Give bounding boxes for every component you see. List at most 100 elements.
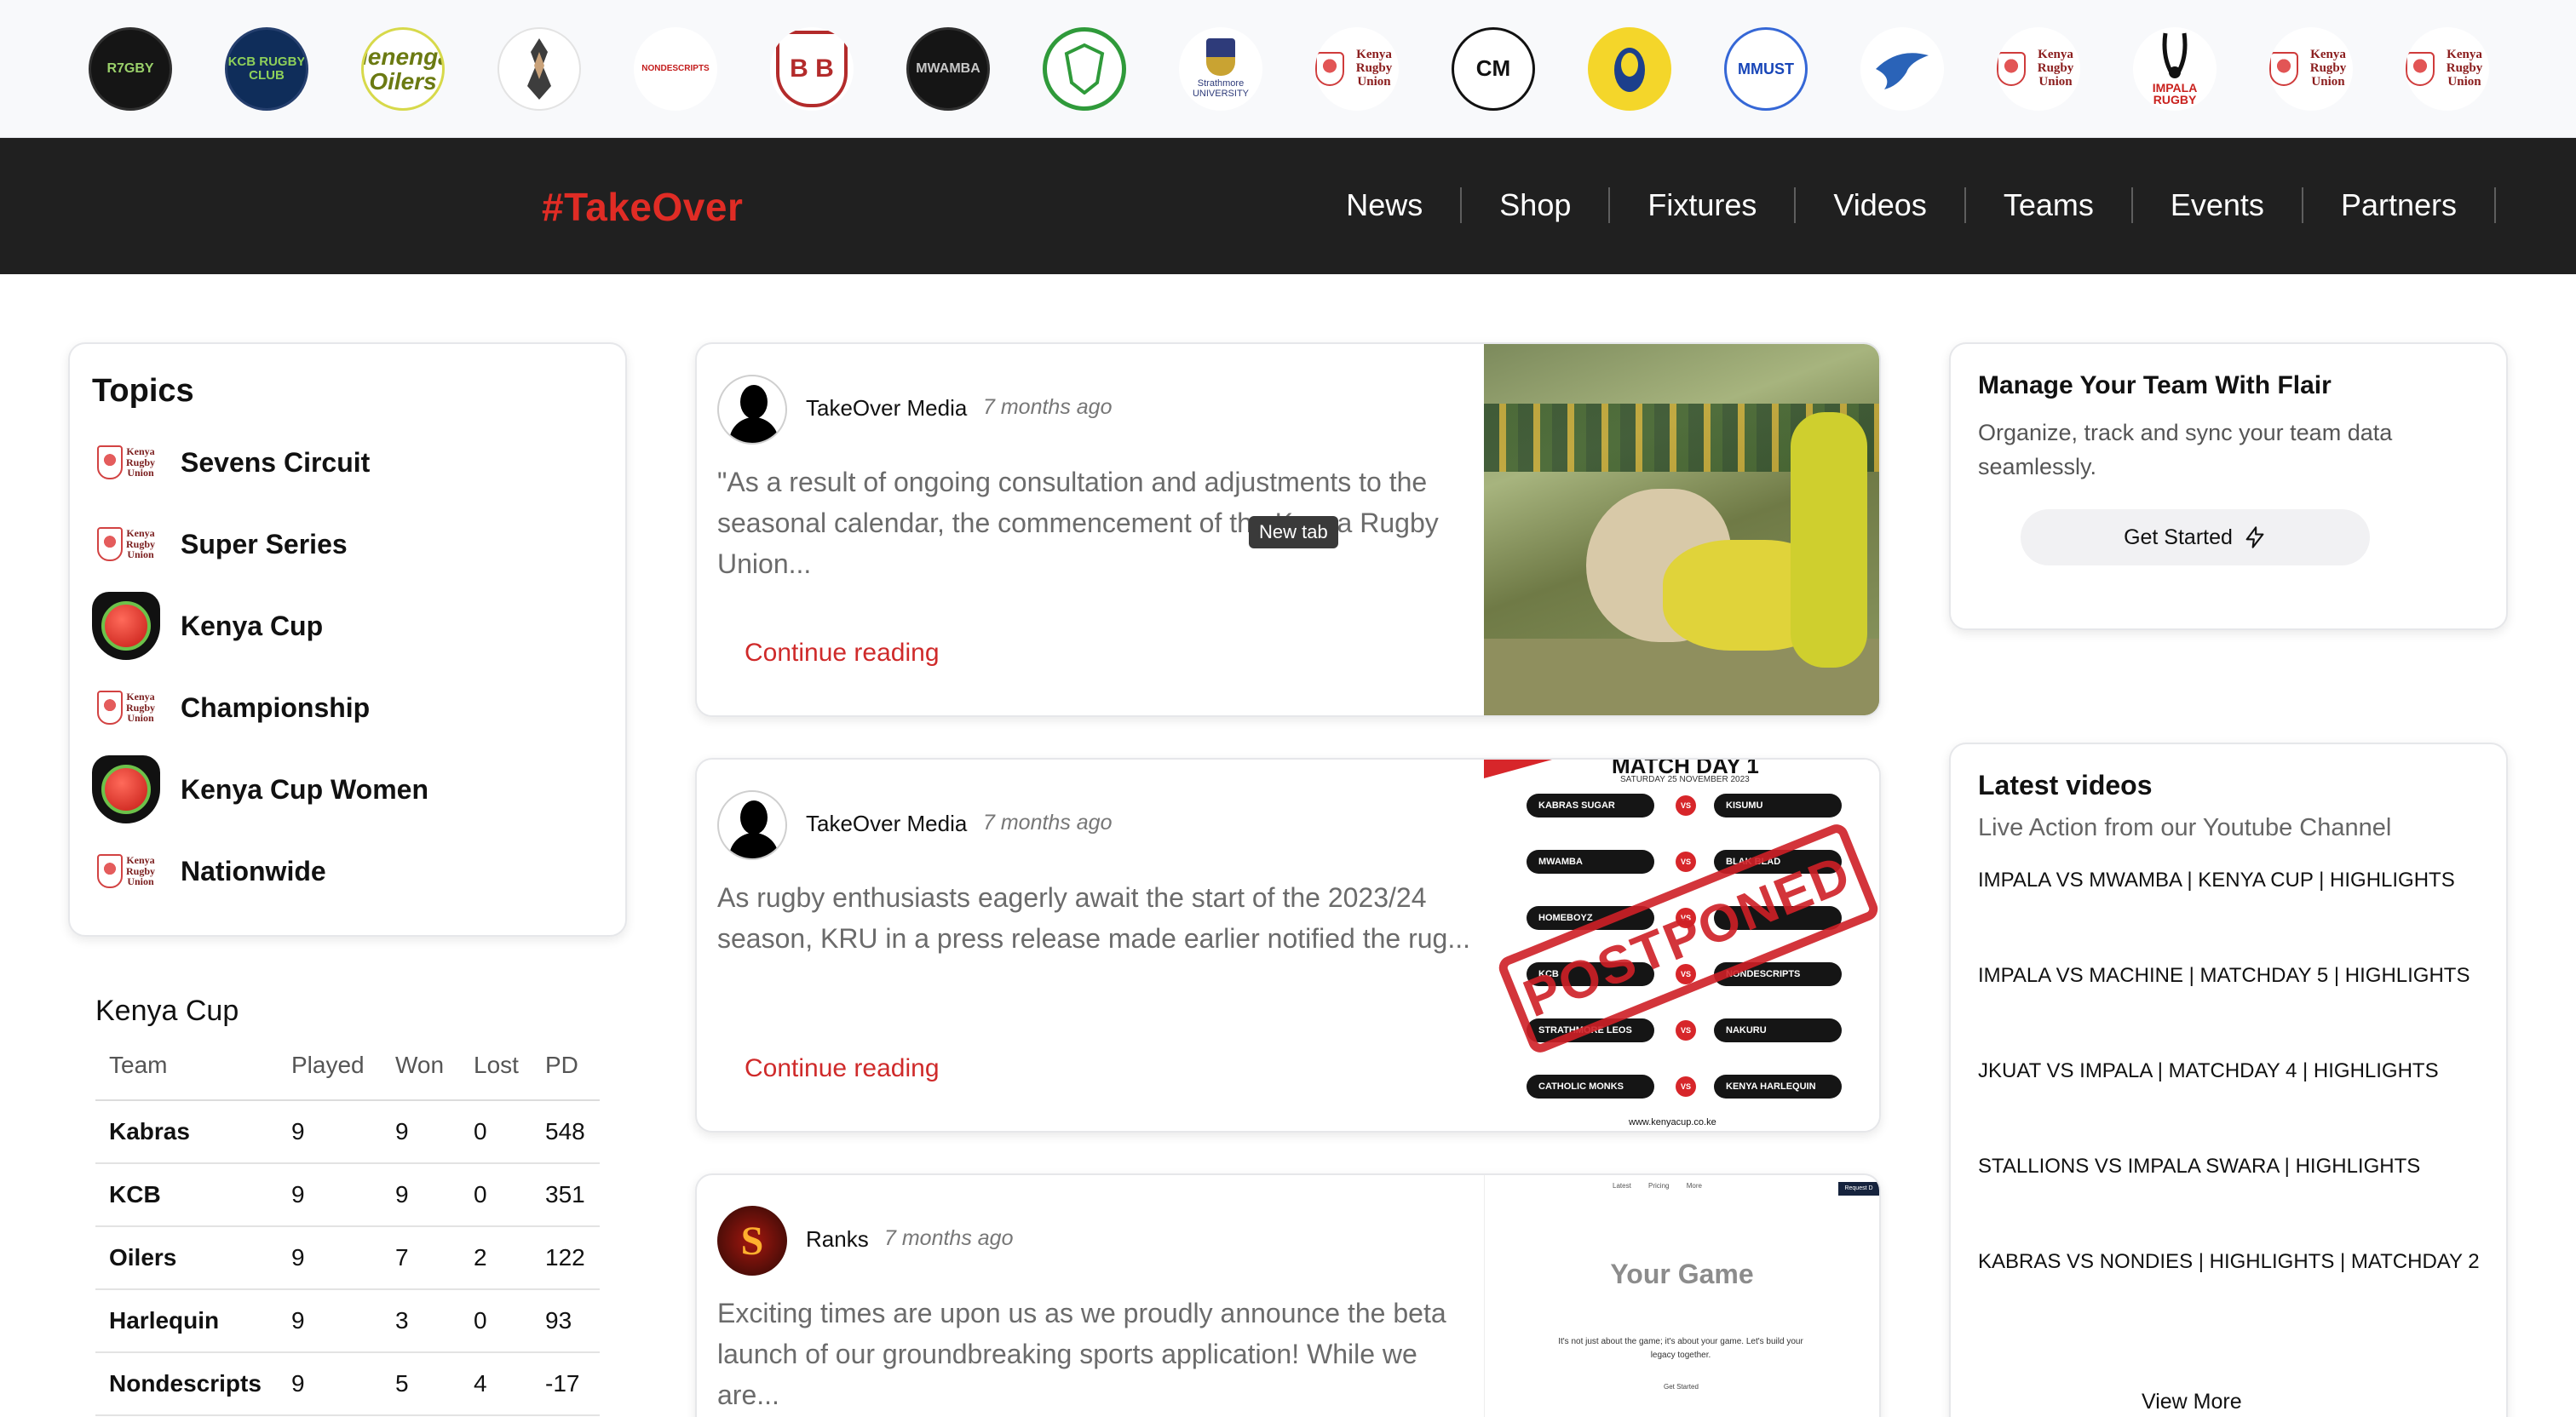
site-nav-item: More xyxy=(1686,1182,1702,1190)
standings-table: Team Played Won Lost PD Kabras 9 9 0 548… xyxy=(95,1052,600,1416)
col-won: Won xyxy=(382,1052,460,1101)
nav-partners[interactable]: Partners xyxy=(2303,187,2496,223)
nondescripts-logo[interactable]: NONDESCRIPTS xyxy=(634,27,717,111)
post-thumbnail-rugby-match[interactable] xyxy=(1484,344,1879,715)
avatar: S xyxy=(717,1206,787,1276)
post-time: 7 months ago xyxy=(884,1226,1014,1250)
topic-label: Kenya Cup Women xyxy=(181,773,428,805)
site-nav-item: Pricing xyxy=(1648,1182,1670,1190)
table-row: Harlequin 9 3 0 93 xyxy=(95,1289,600,1353)
avatar xyxy=(717,790,787,860)
latest-videos-card: Latest videos Live Action from our Youtu… xyxy=(1949,743,2508,1417)
topic-label: Kenya Cup xyxy=(181,610,324,641)
catholic-monks-logo[interactable]: CM xyxy=(1452,27,1535,111)
post-excerpt: "As a result of ongoing consultation and… xyxy=(717,467,1439,579)
kenya-rugby-union-logo[interactable]: Kenya Rugby Union xyxy=(1315,27,1399,111)
site-nav-item: Latest xyxy=(1613,1182,1631,1190)
vs-badge: VS xyxy=(1676,1076,1696,1097)
topic-championship[interactable]: Kenya Rugby Union Championship xyxy=(90,671,370,744)
video-link[interactable]: STALLIONS VS IMPALA SWARA | HIGHLIGHTS xyxy=(1978,1153,2489,1180)
video-link[interactable]: JKUAT VS IMPALA | MATCHDAY 4 | HIGHLIGHT… xyxy=(1978,1058,2489,1085)
blades-logo[interactable]: B B xyxy=(770,27,854,111)
lost-cell: 0 xyxy=(460,1100,532,1164)
post-author[interactable]: Ranks xyxy=(806,1226,869,1253)
get-started-button[interactable]: Get Started xyxy=(2021,509,2370,565)
view-more-link[interactable]: View More xyxy=(2142,1390,2242,1414)
nav-videos[interactable]: Videos xyxy=(1796,187,1966,223)
pd-cell: 122 xyxy=(532,1226,600,1290)
post-card[interactable]: TakeOver Media 7 months ago As rugby ent… xyxy=(695,758,1881,1133)
kenya-rugby-union-logo-3[interactable]: Kenya Rugby Union xyxy=(2269,27,2353,111)
post-thumbnail-app-site[interactable]: Latest Pricing More Request D Your Game … xyxy=(1484,1175,1879,1417)
nav-events[interactable]: Events xyxy=(2133,187,2303,223)
yellow-club-logo[interactable] xyxy=(1588,27,1671,111)
pd-cell: -17 xyxy=(532,1352,600,1416)
nav-shop[interactable]: Shop xyxy=(1462,187,1611,223)
kenya-cup-icon xyxy=(90,590,162,662)
video-link[interactable]: IMPALA VS MACHINE | MATCHDAY 5 | HIGHLIG… xyxy=(1978,962,2489,990)
won-cell: 9 xyxy=(382,1100,460,1164)
nav-news[interactable]: News xyxy=(1346,187,1463,223)
videos-subtitle: Live Action from our Youtube Channel xyxy=(1978,814,2392,841)
menengai-oilers-logo[interactable]: Menengai Oilers xyxy=(361,27,445,111)
won-cell: 9 xyxy=(382,1163,460,1227)
brand-logo[interactable]: #TakeOver xyxy=(542,184,743,230)
post-author[interactable]: TakeOver Media xyxy=(806,811,967,837)
away-team: KENYA HARLEQUIN xyxy=(1714,1075,1842,1099)
main-navbar: #TakeOver News Shop Fixtures Videos Team… xyxy=(0,138,2576,274)
topic-kenya-cup[interactable]: Kenya Cup xyxy=(90,589,323,663)
kenya-cup-icon xyxy=(90,754,162,825)
continue-reading-link[interactable]: Continue reading xyxy=(745,639,940,668)
video-link[interactable]: IMPALA VS MWAMBA | KENYA CUP | HIGHLIGHT… xyxy=(1978,867,2489,894)
topics-card: Topics Kenya Rugby Union Sevens Circuit Ke… xyxy=(68,342,627,937)
vs-badge: VS xyxy=(1676,1020,1696,1041)
green-club-logo[interactable] xyxy=(1043,27,1126,111)
video-link[interactable]: KABRAS VS NONDIES | HIGHLIGHTS | MATCHDA… xyxy=(1978,1248,2489,1276)
pd-cell: 351 xyxy=(532,1163,600,1227)
nav-teams[interactable]: Teams xyxy=(1966,187,2133,223)
avatar xyxy=(717,375,787,445)
promo-text: Organize, track and sync your team data … xyxy=(1978,420,2393,479)
played-cell: 9 xyxy=(278,1226,382,1290)
post-excerpt: Exciting times are upon us as we proudly… xyxy=(717,1298,1446,1410)
videos-title: Latest videos xyxy=(1978,770,2153,800)
topic-nationwide[interactable]: Kenya Rugby Union Nationwide xyxy=(90,835,326,908)
played-cell: 9 xyxy=(278,1352,382,1416)
mmust-logo[interactable]: MMUST xyxy=(1724,27,1808,111)
col-lost: Lost xyxy=(460,1052,532,1101)
nav-fixtures[interactable]: Fixtures xyxy=(1610,187,1797,223)
strathmore-logo[interactable]: Strathmore UNIVERSITY xyxy=(1179,27,1262,111)
yellow-mascot-icon xyxy=(1614,48,1645,92)
topics-title: Topics xyxy=(92,373,194,409)
impala-horns-icon xyxy=(2162,32,2188,78)
won-cell: 3 xyxy=(382,1289,460,1353)
post-time: 7 months ago xyxy=(983,811,1113,835)
kcb-rugby-club-logo[interactable]: KCB RUGBY CLUB xyxy=(225,27,308,111)
ragby-logo[interactable]: R7GBY xyxy=(89,27,172,111)
team-name: Harlequin xyxy=(95,1289,278,1353)
daystar-falcons-logo[interactable] xyxy=(1860,27,1944,111)
topic-kenya-cup-women[interactable]: Kenya Cup Women xyxy=(90,753,428,826)
table-row: KCB 9 9 0 351 xyxy=(95,1163,600,1227)
continue-reading-link[interactable]: Continue reading xyxy=(745,1054,940,1083)
won-cell: 5 xyxy=(382,1352,460,1416)
kenya-rugby-union-icon: Kenya Rugby Union xyxy=(90,508,162,580)
fixture-row: KABRAS SUGAR VS KISUMU xyxy=(1527,794,1842,818)
post-author[interactable]: TakeOver Media xyxy=(806,395,967,422)
topic-sevens-circuit[interactable]: Kenya Rugby Union Sevens Circuit xyxy=(90,426,370,499)
fixtures-url: www.kenyacup.co.ke xyxy=(1629,1117,1716,1127)
site-heading: Your Game xyxy=(1610,1259,1754,1289)
post-thumbnail-fixtures[interactable]: MATCH DAY 1 SATURDAY 25 NOVEMBER 2023 KA… xyxy=(1484,760,1879,1131)
site-request-button: Request D xyxy=(1838,1182,1879,1196)
lost-cell: 0 xyxy=(460,1163,532,1227)
topic-super-series[interactable]: Kenya Rugby Union Super Series xyxy=(90,508,348,581)
mwamba-logo[interactable]: MWAMBA xyxy=(906,27,990,111)
impala-rugby-logo[interactable]: IMPALA RUGBY xyxy=(2133,27,2217,111)
harlequins-logo[interactable] xyxy=(497,27,581,111)
lost-cell: 0 xyxy=(460,1289,532,1353)
lost-cell: 2 xyxy=(460,1226,532,1290)
kenya-rugby-union-logo-4[interactable]: Kenya Rugby Union xyxy=(2406,27,2489,111)
kenya-rugby-union-logo-2[interactable]: Kenya Rugby Union xyxy=(1997,27,2080,111)
post-card[interactable]: S Ranks 7 months ago Exciting times are … xyxy=(695,1173,1881,1417)
topic-label: Nationwide xyxy=(181,855,326,886)
